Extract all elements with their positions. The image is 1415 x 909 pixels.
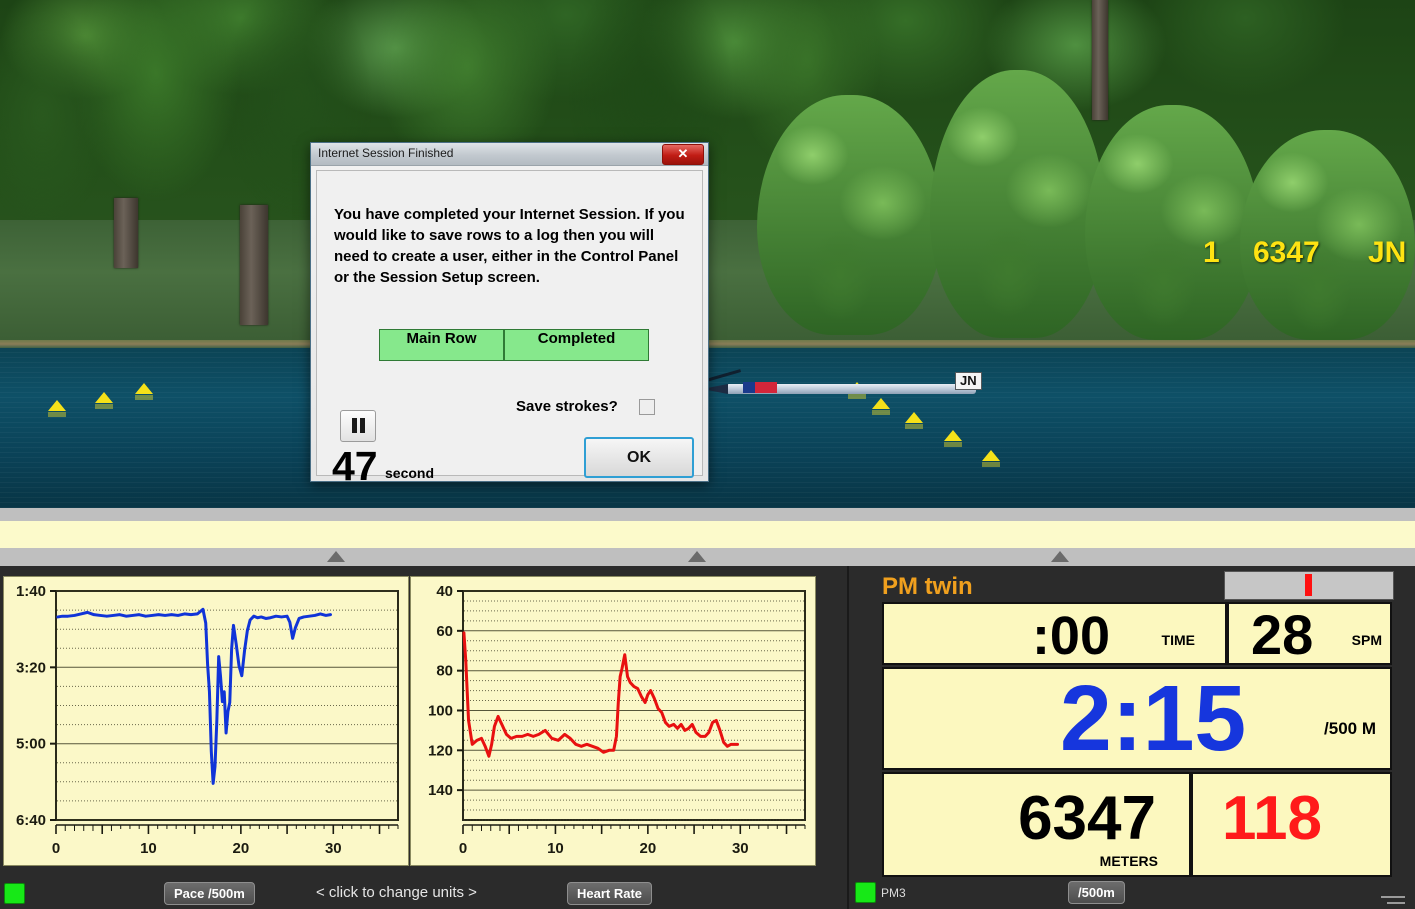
pm-spm-value: 28 xyxy=(1251,603,1314,665)
svg-text:60: 60 xyxy=(436,623,453,640)
status-led xyxy=(4,883,25,904)
pace-units-button[interactable]: Pace /500m xyxy=(164,882,255,905)
splitter-grip[interactable] xyxy=(1051,551,1069,562)
hr-chart-svg: 40 60 80 100 120 140 0 10 20 30 xyxy=(428,583,806,857)
heart-rate-units-button[interactable]: Heart Rate xyxy=(567,882,653,905)
pause-icon-bar-left xyxy=(352,418,357,433)
pace-chart-surface[interactable]: 1:40 3:20 5:00 6:40 0 10 20 30 xyxy=(3,576,409,866)
splitter-grip[interactable] xyxy=(327,551,345,562)
pm-resize-grip-2[interactable] xyxy=(1387,902,1405,904)
app-root: JN 1 6347 JN 1:40 3:20 5:00 6:40 0 10 20 30 40 6… xyxy=(0,0,1415,909)
hud-meters: 6347 xyxy=(1253,236,1320,269)
buoy xyxy=(48,400,66,417)
pm-units-button[interactable]: /500m xyxy=(1068,881,1125,904)
svg-text:10: 10 xyxy=(140,840,157,857)
pm-force-gauge xyxy=(1224,571,1394,600)
countdown-value: 47 xyxy=(332,443,378,489)
bottom-region: 1:40 3:20 5:00 6:40 0 10 20 30 40 60 80 100 120 140 0… xyxy=(0,566,1415,909)
splitter-band[interactable] xyxy=(0,508,1415,566)
segment-completed[interactable]: Completed xyxy=(504,329,649,361)
svg-text:140: 140 xyxy=(428,782,453,799)
svg-text:1:40: 1:40 xyxy=(16,583,46,600)
pm-spm-label: SPM xyxy=(1351,632,1382,648)
bush xyxy=(1085,105,1260,340)
splitter-grip[interactable] xyxy=(688,551,706,562)
svg-text:10: 10 xyxy=(547,840,564,857)
svg-text:40: 40 xyxy=(436,583,453,600)
svg-text:30: 30 xyxy=(732,840,749,857)
buoy xyxy=(872,398,890,415)
bush xyxy=(757,95,942,335)
pm-footer: PM3 /500m xyxy=(849,878,1415,909)
pm-status-label: PM3 xyxy=(881,886,906,900)
pm-pace-label: /500 M xyxy=(1324,719,1376,738)
buoy xyxy=(95,392,113,409)
svg-text:0: 0 xyxy=(52,840,60,857)
pm-meters-label: METERS xyxy=(1099,853,1158,869)
pause-button[interactable] xyxy=(340,410,376,442)
tree-trunk xyxy=(114,198,138,268)
charts-panel: 1:40 3:20 5:00 6:40 0 10 20 30 40 60 80 100 120 140 0… xyxy=(0,566,849,909)
bush xyxy=(1240,130,1415,340)
pm-force-marker xyxy=(1305,574,1312,596)
ok-button[interactable]: OK xyxy=(584,437,694,478)
pm-pace-cell[interactable]: 2:15 /500 M xyxy=(882,667,1392,770)
buoy xyxy=(135,383,153,400)
dialog-message: You have completed your Internet Session… xyxy=(334,206,685,286)
dialog-titlebar[interactable]: Internet Session Finished ✕ xyxy=(311,143,708,166)
save-strokes-checkbox[interactable] xyxy=(639,399,655,415)
pm-spm-cell[interactable]: 28 SPM xyxy=(1227,602,1392,665)
save-strokes-label: Save strokes? xyxy=(516,398,618,415)
pm-title: PM twin xyxy=(882,573,973,600)
svg-text:5:00: 5:00 xyxy=(16,736,46,753)
pm-time-label: TIME xyxy=(1161,632,1195,648)
svg-text:120: 120 xyxy=(428,742,453,759)
buoy xyxy=(982,450,1000,467)
pace-chart-svg: 1:40 3:20 5:00 6:40 0 10 20 30 xyxy=(16,583,399,857)
buoy xyxy=(944,430,962,447)
splitter-highlight xyxy=(0,521,1415,548)
boat-name-tag: JN xyxy=(955,372,982,390)
svg-text:30: 30 xyxy=(325,840,342,857)
internet-session-finished-dialog[interactable]: Internet Session Finished ✕ You have com… xyxy=(310,142,709,487)
svg-text:0: 0 xyxy=(459,840,467,857)
tree-trunk xyxy=(1092,0,1108,120)
hud-lane: 1 xyxy=(1203,236,1220,269)
hud-name: JN xyxy=(1368,236,1407,269)
pm-meters-value: 6347 xyxy=(1018,784,1156,853)
pace-chart[interactable]: 1:40 3:20 5:00 6:40 0 10 20 30 xyxy=(3,576,409,909)
pm-panel: PM twin :00 TIME 28 SPM 2:15 /500 M 6347… xyxy=(849,566,1415,909)
pm-resize-grip[interactable] xyxy=(1381,896,1405,898)
change-units-hint: < click to change units > xyxy=(316,884,477,901)
svg-text:20: 20 xyxy=(640,840,657,857)
charts-toolbar: Pace /500m < click to change units > Hea… xyxy=(0,876,847,909)
close-icon[interactable]: ✕ xyxy=(662,144,704,165)
segment-main-row[interactable]: Main Row xyxy=(379,329,504,361)
pause-icon-bar-right xyxy=(360,418,365,433)
dialog-title: Internet Session Finished xyxy=(318,146,454,160)
hr-chart[interactable]: 40 60 80 100 120 140 0 10 20 30 xyxy=(410,576,816,909)
bush xyxy=(930,70,1105,338)
pm-meters-cell[interactable]: 6347 METERS xyxy=(882,772,1191,877)
pm-time-cell[interactable]: :00 TIME xyxy=(882,602,1227,665)
buoy xyxy=(905,412,923,429)
svg-text:3:20: 3:20 xyxy=(16,659,46,676)
svg-text:20: 20 xyxy=(233,840,250,857)
boat-flag xyxy=(743,382,777,393)
hr-chart-surface[interactable]: 40 60 80 100 120 140 0 10 20 30 xyxy=(410,576,816,866)
svg-text:100: 100 xyxy=(428,702,453,719)
pm-heart-rate-cell[interactable]: 118 xyxy=(1191,772,1392,877)
svg-text:6:40: 6:40 xyxy=(16,812,46,829)
tree-trunk xyxy=(240,205,268,325)
svg-text:80: 80 xyxy=(436,663,453,680)
countdown-unit: second xyxy=(385,465,435,481)
dialog-body: You have completed your Internet Session… xyxy=(316,170,703,487)
pm-time-value: :00 xyxy=(1031,606,1110,665)
pm-heart-rate-value: 118 xyxy=(1222,784,1323,853)
pm-pace-value: 2:15 xyxy=(1060,667,1247,770)
pm-status-led xyxy=(855,882,876,903)
